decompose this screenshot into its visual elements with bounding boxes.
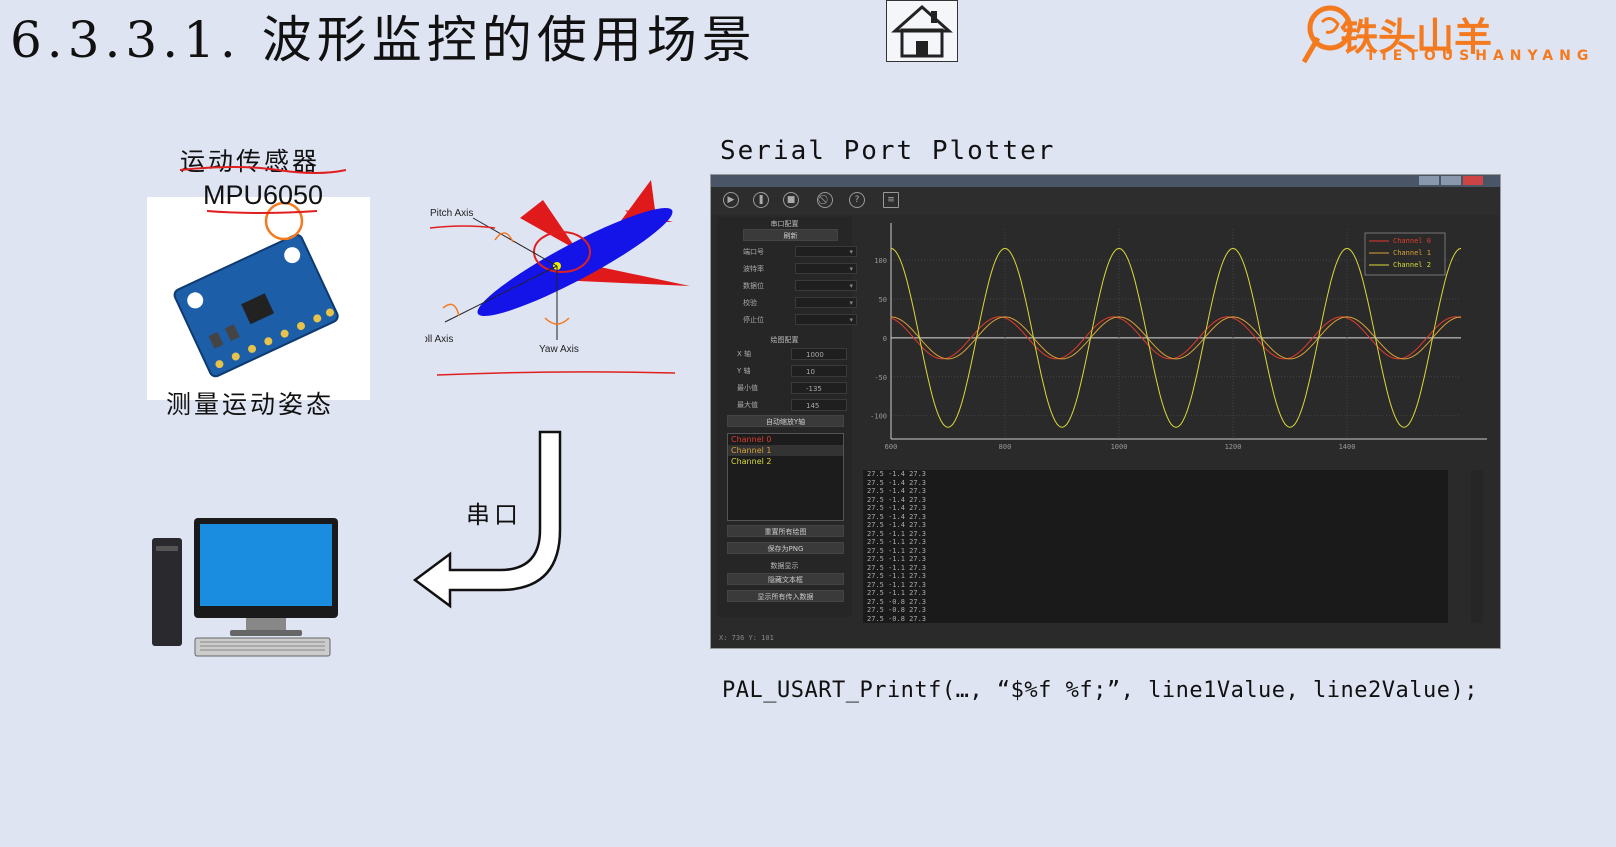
baud-select[interactable] <box>795 263 857 275</box>
logo-subtext: TIETOUSHANYANG <box>1366 48 1595 64</box>
max-spinbox[interactable]: 145 <box>791 399 847 411</box>
pause-icon[interactable]: ❚ <box>753 192 769 208</box>
pitch-axis-label: Pitch Axis <box>430 208 473 219</box>
console-line: 27.5 -1.1 27.3 <box>867 580 927 589</box>
stop-bits-select[interactable] <box>795 314 857 326</box>
parity-label: 校验 <box>743 299 757 307</box>
parity-select[interactable] <box>795 297 857 309</box>
legend-label: Channel 0 <box>1393 237 1431 245</box>
stop-bits-label: 停止位 <box>743 316 764 324</box>
console-line: 27.5 -0.8 27.3 <box>867 614 927 623</box>
port-config-heading: 串口配置 <box>770 220 799 228</box>
cursor-status: X: 736 Y: 101 <box>719 634 774 642</box>
max-label: 最大值 <box>737 401 758 409</box>
x-axis-label: X 轴 <box>737 350 752 358</box>
min-label: 最小值 <box>737 384 758 392</box>
maximize-icon[interactable] <box>1441 176 1461 185</box>
close-icon[interactable] <box>1463 176 1483 185</box>
console-line: 27.5 -1.4 27.3 <box>867 504 927 512</box>
console-line: 27.5 -1.1 27.3 <box>867 555 927 563</box>
y-tick-label: 0 <box>883 335 887 343</box>
console-line: 27.5 -0.8 27.3 <box>867 606 927 614</box>
port-label: 端口号 <box>743 248 764 256</box>
toolbar: ▶ ❚ ■ ⃠ ? ≡ <box>711 187 1500 215</box>
data-console[interactable]: 27.5 -1.4 27.3 27.5 -1.4 27.3 27.5 -1.4 27… <box>863 470 1448 623</box>
console-line: 27.5 -1.4 27.3 <box>867 478 927 487</box>
auto-scale-button[interactable]: 自动缩放Y轴 <box>727 415 844 427</box>
channel-0-item[interactable]: Channel 0 <box>728 434 843 445</box>
help-icon[interactable]: ? <box>849 192 865 208</box>
reset-plots-button[interactable]: 重置所有绘图 <box>727 525 844 537</box>
console-line: 27.5 -0.8 27.3 <box>867 597 927 606</box>
console-line: 27.5 -1.4 27.3 <box>867 470 927 478</box>
y-tick-label: 100 <box>874 257 887 265</box>
stop-icon[interactable]: ■ <box>783 192 799 208</box>
y-tick-label: -50 <box>874 374 887 382</box>
data-bits-label: 数据位 <box>743 282 764 290</box>
port-select[interactable] <box>795 246 857 258</box>
x-tick-label: 1000 <box>1111 443 1128 451</box>
baud-label: 波特率 <box>743 265 764 273</box>
channel-list[interactable]: Channel 0 Channel 1 Channel 2 <box>727 433 844 521</box>
channel-2-item[interactable]: Channel 2 <box>728 456 843 467</box>
console-scrollbar[interactable] <box>1471 470 1483 623</box>
sensor-photo <box>147 197 370 400</box>
console-line: 27.5 -1.4 27.3 <box>867 521 927 529</box>
plot-config-heading: 绘图配置 <box>770 336 799 344</box>
document-icon[interactable]: ≡ <box>883 192 899 208</box>
data-display-heading: 数据显示 <box>770 562 799 570</box>
serial-arrow-icon <box>410 430 580 630</box>
min-spinbox[interactable]: -135 <box>791 382 847 394</box>
airplane-diagram: Pitch Axis Roll Axis Yaw Axis <box>415 180 705 390</box>
slide-title: 6.3.3.1. 波形监控的使用场景 <box>10 11 757 69</box>
show-all-data-button[interactable]: 显示所有传入数据 <box>727 590 844 602</box>
serial-plotter-window: ▶ ❚ ■ ⃠ ? ≡ 串口配置 刷新 端口号 波特率 数据位 校验 停止位 绘… <box>710 174 1501 649</box>
channel-1-item[interactable]: Channel 1 <box>728 445 843 456</box>
refresh-button[interactable]: 刷新 <box>743 229 838 241</box>
computer-icon <box>150 518 342 666</box>
console-line: 27.5 -1.1 27.3 <box>867 546 927 555</box>
waveform-plot[interactable]: 100 50 0 -50 -100 600 800 1000 1200 1400 Channel … <box>861 217 1495 462</box>
sensor-model: MPU6050 <box>203 180 324 210</box>
window-titlebar <box>711 175 1500 187</box>
console-line: 27.5 -1.1 27.3 <box>867 538 927 546</box>
x-axis-spinbox[interactable]: 1000 <box>791 348 847 360</box>
y-tick-label: 50 <box>879 296 887 304</box>
home-icon[interactable] <box>886 0 958 62</box>
clear-icon[interactable]: ⃠ <box>817 192 833 208</box>
y-tick-label: -100 <box>870 413 887 421</box>
serial-label: 串口 <box>466 501 522 529</box>
save-png-button[interactable]: 保存为PNG <box>727 542 844 554</box>
play-icon[interactable]: ▶ <box>723 192 739 208</box>
console-line: 27.5 -1.4 27.3 <box>867 487 927 495</box>
console-line: 27.5 -1.1 27.3 <box>867 563 927 572</box>
roll-axis-label: Roll Axis <box>425 334 453 345</box>
sensor-caption: 测量运动姿态 <box>166 390 335 419</box>
legend-label: Channel 2 <box>1393 261 1431 269</box>
settings-panel: 串口配置 刷新 端口号 波特率 数据位 校验 停止位 绘图配置 X 轴 1000… <box>717 217 857 617</box>
code-snippet: PAL_USART_Printf(…, “$%f %f;”, line1Valu… <box>722 678 1478 703</box>
console-line: 27.5 -1.4 27.3 <box>867 512 927 521</box>
y-axis-spinbox[interactable]: 10 <box>791 365 847 377</box>
plotter-title: Serial Port Plotter <box>720 136 1056 166</box>
underline-annotation <box>179 166 347 174</box>
y-axis-label: Y 轴 <box>737 367 751 375</box>
console-line: 27.5 -1.1 27.3 <box>867 589 927 597</box>
x-tick-label: 600 <box>885 443 898 451</box>
x-tick-label: 800 <box>999 443 1012 451</box>
console-line: 27.5 -1.1 27.3 <box>867 529 927 538</box>
x-tick-label: 1400 <box>1339 443 1356 451</box>
data-bits-select[interactable] <box>795 280 857 292</box>
console-line: 27.5 -1.4 27.3 <box>867 495 927 504</box>
yaw-axis-label: Yaw Axis <box>539 344 579 355</box>
x-tick-label: 1200 <box>1225 443 1242 451</box>
legend-label: Channel 1 <box>1393 249 1431 257</box>
console-line: 27.5 -1.1 27.3 <box>867 572 927 580</box>
minimize-icon[interactable] <box>1419 176 1439 185</box>
hide-text-button[interactable]: 隐藏文本框 <box>727 573 844 585</box>
